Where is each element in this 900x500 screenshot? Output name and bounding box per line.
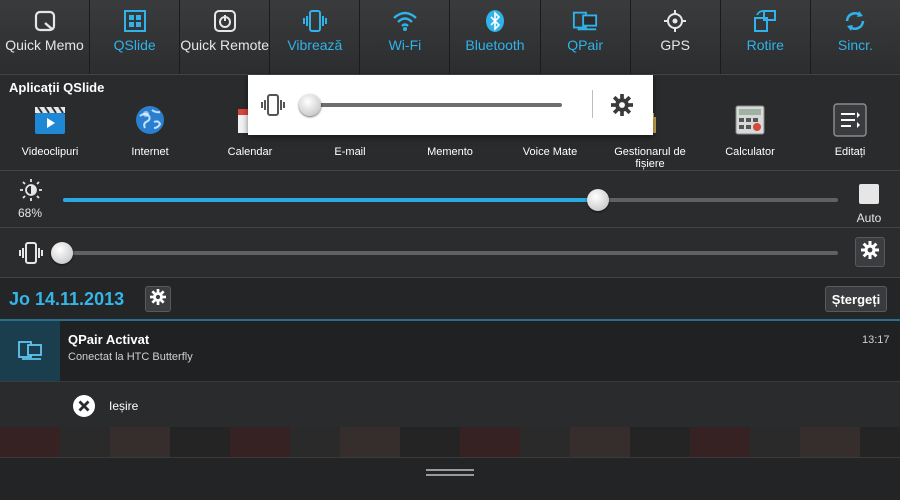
qslide-icon <box>122 8 148 34</box>
toggle-label: Wi-Fi <box>388 37 422 53</box>
app-label: E-mail <box>334 146 366 158</box>
app-edit[interactable]: Editați <box>800 103 900 170</box>
toggle-label: Sincr. <box>837 37 873 53</box>
sound-settings-button[interactable] <box>855 237 885 267</box>
brightness-percent: 68% <box>18 206 43 220</box>
app-label: Videoclipuri <box>21 146 79 158</box>
toggle-label: Rotire <box>746 37 784 53</box>
notification-exit-action[interactable]: Ieșire <box>0 381 900 427</box>
toggle-label: Bluetooth <box>465 37 525 53</box>
brightness-slider-fill <box>63 198 598 202</box>
notification-item[interactable]: QPair Activat Conectat la HTC Butterfly … <box>0 321 900 381</box>
toggle-bluetooth[interactable]: Bluetooth <box>450 0 541 74</box>
auto-brightness-checkbox[interactable] <box>859 184 879 204</box>
brightness-slider-thumb[interactable] <box>586 189 609 211</box>
panel-drag-area[interactable] <box>0 457 900 500</box>
app-internet[interactable]: Internet <box>100 103 200 170</box>
wifi-icon <box>392 8 418 34</box>
rotate-icon <box>752 8 778 34</box>
toggle-gps[interactable]: GPS <box>630 0 721 74</box>
toggle-vibrate[interactable]: Vibrează <box>270 0 361 74</box>
toggle-label: GPS <box>660 37 690 53</box>
toggle-wifi[interactable]: Wi-Fi <box>360 0 451 74</box>
gear-icon <box>150 288 166 310</box>
notification-header: Jo 14.11.2013 Ștergeți <box>0 277 900 319</box>
calculator-icon <box>733 103 767 137</box>
volume-slider[interactable] <box>62 251 838 255</box>
vibrate-icon <box>260 93 286 122</box>
toggle-label: Vibrează <box>287 37 343 53</box>
app-label: Voice Mate <box>522 146 578 158</box>
volume-slider-thumb[interactable] <box>51 242 73 264</box>
app-label: Memento <box>427 146 473 158</box>
toggle-qpair[interactable]: QPair <box>540 0 631 74</box>
quick-settings-toggles: Quick Memo QSlide Quick Remote Vibrează … <box>0 0 900 74</box>
toggle-label: Quick Remote <box>180 37 270 53</box>
popup-volume-slider-thumb[interactable] <box>299 94 321 116</box>
clear-notifications-button[interactable]: Ștergeți <box>825 286 887 312</box>
qpair-icon <box>572 8 598 34</box>
toggle-label: QSlide <box>113 37 156 53</box>
app-videoclipuri[interactable]: Videoclipuri <box>0 103 100 170</box>
settings-button[interactable] <box>145 286 171 312</box>
toggle-sync[interactable]: Sincr. <box>810 0 900 74</box>
drag-handle[interactable] <box>426 469 474 479</box>
notification-subtitle: Conectat la HTC Butterfly <box>68 351 193 363</box>
quick-memo-icon <box>32 8 58 34</box>
gear-icon[interactable] <box>611 94 633 121</box>
qslide-title: Aplicații QSlide <box>9 80 105 95</box>
auto-brightness-label: Auto <box>856 211 882 225</box>
gear-icon <box>861 240 879 264</box>
sync-icon <box>842 8 868 34</box>
date-label: Jo 14.11.2013 <box>9 289 125 309</box>
toggle-rotate[interactable]: Rotire <box>720 0 811 74</box>
edit-list-icon <box>833 103 867 137</box>
home-screen-background <box>0 427 900 457</box>
toggle-label: Quick Memo <box>5 37 84 53</box>
exit-label: Ieșire <box>109 399 139 413</box>
app-label: Internet <box>131 146 169 158</box>
power-icon <box>212 8 238 34</box>
app-label: Gestionarul de fișiere <box>614 146 686 170</box>
notification-time: 13:17 <box>862 334 890 346</box>
volume-popup <box>248 75 653 135</box>
gps-icon <box>662 8 688 34</box>
app-label: Calendar <box>227 146 273 158</box>
app-calculator[interactable]: Calculator <box>700 103 800 170</box>
brightness-icon <box>20 179 42 206</box>
toggle-label: QPair <box>567 37 603 53</box>
toggle-quick-memo[interactable]: Quick Memo <box>0 0 91 74</box>
video-icon <box>33 103 67 137</box>
brightness-slider[interactable] <box>63 198 838 202</box>
bluetooth-icon <box>482 8 508 34</box>
app-label: Calculator <box>725 146 775 158</box>
auto-brightness-toggle[interactable]: Auto <box>855 184 883 225</box>
qpair-icon <box>0 321 60 381</box>
notification-title: QPair Activat <box>68 332 150 347</box>
toggle-qslide[interactable]: QSlide <box>90 0 181 74</box>
globe-icon <box>133 103 167 137</box>
vibrate-icon <box>18 241 44 270</box>
brightness-row: 68% Auto <box>0 170 900 227</box>
vibrate-icon <box>302 8 328 34</box>
toggle-quick-remote[interactable]: Quick Remote <box>180 0 271 74</box>
popup-volume-slider[interactable] <box>310 103 562 107</box>
divider <box>592 90 593 118</box>
close-icon <box>72 394 96 423</box>
app-label: Editați <box>834 146 866 158</box>
volume-row <box>0 227 900 277</box>
